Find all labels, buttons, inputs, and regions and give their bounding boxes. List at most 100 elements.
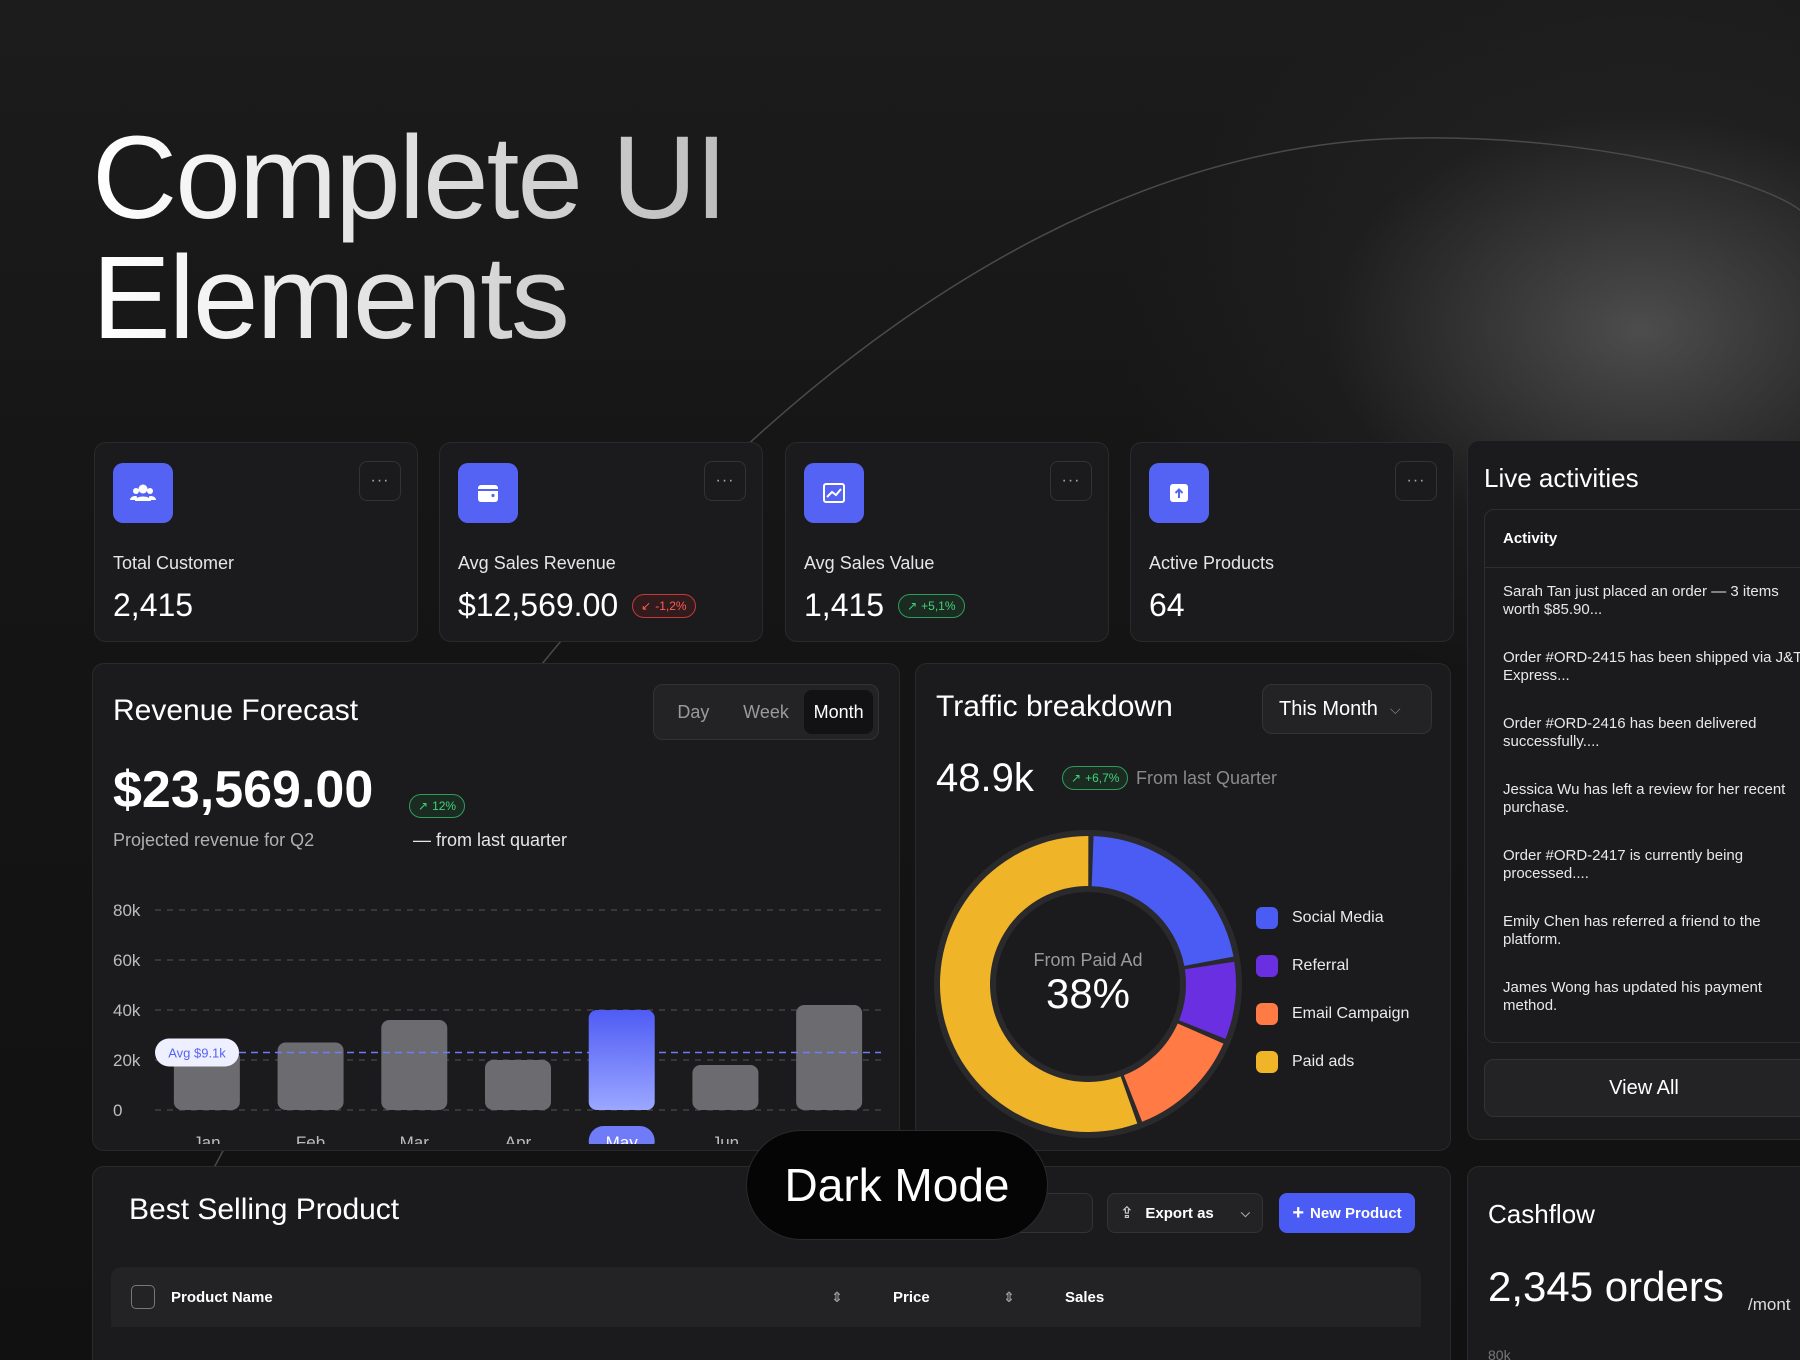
y-tick-label: 20k xyxy=(113,1051,141,1070)
chevron-down-icon: ⌵ xyxy=(1240,1205,1250,1220)
column-price[interactable]: Price xyxy=(893,1289,1003,1306)
more-options-button[interactable]: ··· xyxy=(1050,461,1092,501)
column-sales[interactable]: Sales xyxy=(1065,1289,1104,1306)
hero-title: Complete UI Elements xyxy=(92,118,726,358)
more-options-button[interactable]: ··· xyxy=(359,461,401,501)
x-tick-label: Mar xyxy=(400,1133,430,1144)
bar-apr[interactable] xyxy=(485,1060,551,1110)
y-tick-label: 80k xyxy=(113,901,141,920)
legend-swatch xyxy=(1256,1051,1278,1073)
average-label: Avg $9.1k xyxy=(168,1046,226,1061)
legend-item[interactable]: Email Campaign xyxy=(1256,990,1409,1038)
legend-item[interactable]: Social Media xyxy=(1256,894,1409,942)
box-upload-icon xyxy=(1149,463,1209,523)
hero-title-line-1: Complete UI xyxy=(92,112,726,244)
traffic-note: From last Quarter xyxy=(1136,768,1278,788)
more-options-button[interactable]: ··· xyxy=(704,461,746,501)
activity-item[interactable]: Sarah Tan just placed an order — 3 items… xyxy=(1485,568,1800,634)
export-button[interactable]: ⇪ Export as ⌵ xyxy=(1107,1193,1263,1233)
new-product-label: New Product xyxy=(1310,1204,1402,1222)
y-tick-label: 0 xyxy=(113,1101,122,1120)
sort-icon[interactable]: ⇕ xyxy=(1003,1289,1065,1306)
cashflow-value: 2,345 orders xyxy=(1488,1263,1724,1310)
new-product-button[interactable]: + New Product xyxy=(1279,1193,1415,1233)
view-all-button[interactable]: View All xyxy=(1484,1059,1800,1117)
bar-may[interactable] xyxy=(588,1010,655,1110)
kpi-card-avg-sales-revenue: ··· Avg Sales Revenue $12,569.00 ↙ -1,2% xyxy=(439,442,763,642)
revenue-title: Revenue Forecast xyxy=(113,694,359,727)
period-dropdown-value: This Month xyxy=(1279,697,1378,720)
legend-item[interactable]: Paid ads xyxy=(1256,1038,1409,1086)
kpi-label: Total Customer xyxy=(113,553,235,573)
legend-label: Paid ads xyxy=(1292,1053,1355,1070)
column-product-name[interactable]: Product Name xyxy=(171,1289,831,1306)
kpi-card-avg-sales-value: ··· Avg Sales Value 1,415 ↗ +5,1% xyxy=(785,442,1109,642)
activity-column-header: Activity xyxy=(1485,510,1800,568)
plus-icon: + xyxy=(1292,1201,1304,1224)
revenue-change-badge: ↗ 12% xyxy=(409,794,466,818)
y-tick-label: 40k xyxy=(113,1001,141,1020)
wallet-icon xyxy=(458,463,518,523)
sort-icon[interactable]: ⇕ xyxy=(831,1289,893,1306)
activity-item[interactable]: Order #ORD-2417 is currently being proce… xyxy=(1485,832,1800,898)
kpi-label: Active Products xyxy=(1149,553,1275,573)
activity-item[interactable]: Emily Chen has referred a friend to the … xyxy=(1485,898,1800,964)
traffic-value: 48.9k xyxy=(936,756,1034,800)
x-tick-label: Apr xyxy=(505,1133,532,1144)
select-all-checkbox[interactable] xyxy=(131,1285,155,1309)
tab-month[interactable]: Month xyxy=(804,690,874,734)
donut-center-value: 38% xyxy=(1046,970,1130,1017)
traffic-breakdown-card: Traffic breakdown This Month ⌵ 48.9k ↗ +6… xyxy=(915,663,1451,1151)
x-tick-label: May xyxy=(606,1133,639,1144)
revenue-value: $23,569.00 xyxy=(113,761,374,819)
traffic-donut-chart: From Paid Ad38% xyxy=(934,830,1242,1138)
activity-item[interactable]: Jessica Wu has left a review for her rec… xyxy=(1485,766,1800,832)
activity-item[interactable]: Order #ORD-2416 has been delivered succe… xyxy=(1485,700,1800,766)
kpi-value-text: 2,415 xyxy=(113,587,194,623)
kpi-value-text: 1,415 xyxy=(804,587,885,623)
legend-swatch xyxy=(1256,907,1278,929)
traffic-change-badge: ↗ +6,7% xyxy=(1062,766,1129,790)
period-segmented-control: Day Week Month xyxy=(653,684,879,740)
change-text: 12% xyxy=(432,799,457,813)
legend-label: Email Campaign xyxy=(1292,1005,1410,1022)
activity-table: Activity Sarah Tan just placed an order … xyxy=(1484,509,1800,1043)
kpi-label: Avg Sales Value xyxy=(804,553,935,573)
legend-item[interactable]: Referral xyxy=(1256,942,1409,990)
bar-jun[interactable] xyxy=(692,1065,759,1110)
dark-mode-badge: Dark Mode xyxy=(746,1130,1048,1240)
chevron-down-icon: ⌵ xyxy=(1389,700,1401,717)
cashflow-unit: /mont xyxy=(1748,1295,1791,1314)
tab-day[interactable]: Day xyxy=(659,690,728,734)
users-icon xyxy=(113,463,173,523)
x-tick-label: Jan xyxy=(193,1133,220,1144)
activity-list: Sarah Tan just placed an order — 3 items… xyxy=(1485,568,1800,1030)
more-options-button[interactable]: ··· xyxy=(1395,461,1437,501)
tab-week[interactable]: Week xyxy=(732,690,801,734)
legend-swatch xyxy=(1256,955,1278,977)
kpi-value-text: 64 xyxy=(1149,587,1185,623)
share-icon: ⇪ xyxy=(1120,1205,1134,1222)
y-tick-label: 60k xyxy=(113,951,141,970)
kpi-value: 2,415 xyxy=(113,587,193,624)
legend-label: Social Media xyxy=(1292,909,1384,926)
hero-title-line-2: Elements xyxy=(92,232,568,364)
product-table-header: Product Name ⇕ Price ⇕ Sales xyxy=(111,1267,1421,1327)
bar-jul[interactable] xyxy=(796,1005,863,1110)
x-tick-label: Jun xyxy=(712,1133,739,1144)
activity-item[interactable]: James Wong has updated his payment metho… xyxy=(1485,964,1800,1030)
kpi-label: Avg Sales Revenue xyxy=(458,553,616,573)
kpi-value: 1,415 ↗ +5,1% xyxy=(804,587,965,624)
revenue-note: — from last quarter xyxy=(413,830,568,850)
revenue-subtitle: Projected revenue for Q2 xyxy=(113,830,315,850)
live-activities-card: Live activities Activity Sarah Tan just … xyxy=(1467,440,1800,1140)
period-dropdown[interactable]: This Month ⌵ xyxy=(1262,684,1432,734)
kpi-card-active-products: ··· Active Products 64 xyxy=(1130,442,1454,642)
kpi-value: $12,569.00 ↙ -1,2% xyxy=(458,587,696,624)
donut-center-label: From Paid Ad xyxy=(1033,950,1142,970)
bar-mar[interactable] xyxy=(381,1020,448,1110)
activity-item[interactable]: Order #ORD-2415 has been shipped via J&T… xyxy=(1485,634,1800,700)
kpi-value-text: $12,569.00 xyxy=(458,587,619,623)
cashflow-card: Cashflow 2,345 orders /mont 80k xyxy=(1467,1166,1800,1360)
legend-swatch xyxy=(1256,1003,1278,1025)
